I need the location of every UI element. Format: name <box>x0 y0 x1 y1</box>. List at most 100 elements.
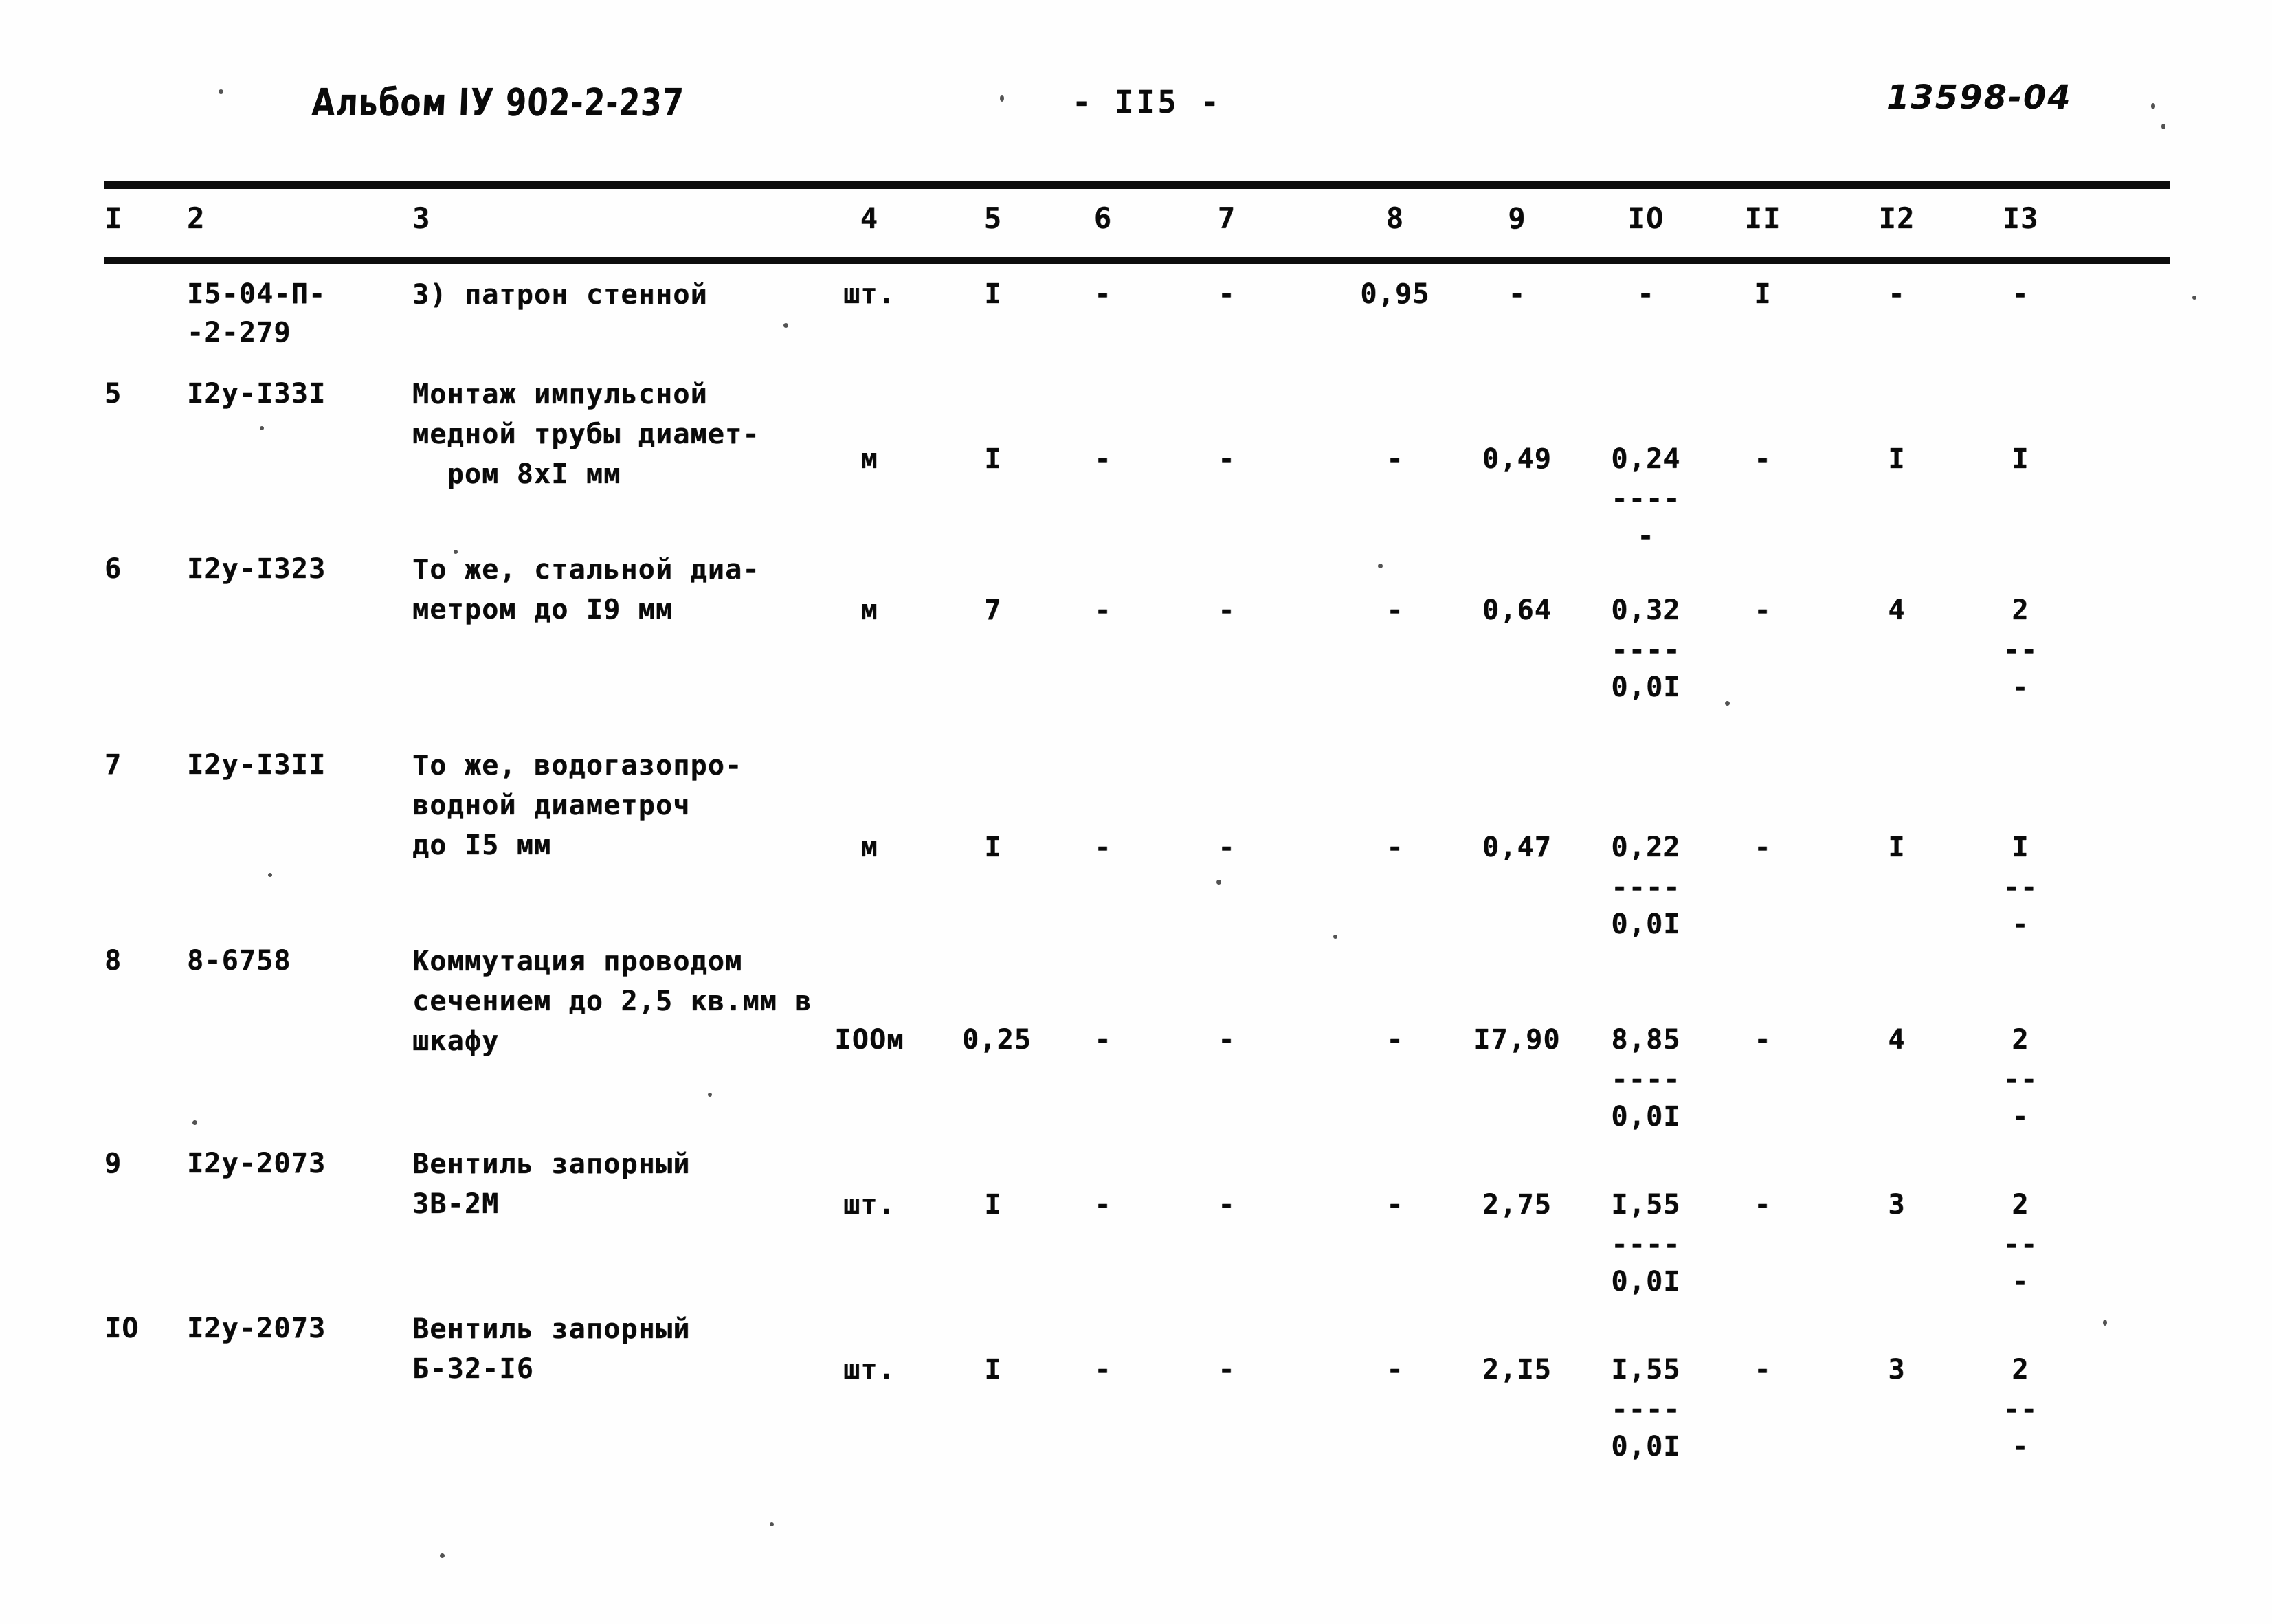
scan-speck <box>260 426 264 430</box>
scan-speck <box>219 89 223 94</box>
cell-c11: - <box>1754 1354 1772 1386</box>
cell-c10: ---- <box>1611 1229 1681 1260</box>
cell-c12: 4 <box>1888 1024 1906 1056</box>
cell-c8: - <box>1386 1189 1404 1221</box>
cell-c9: 0,49 <box>1482 443 1552 475</box>
cell-c9: - <box>1508 278 1526 310</box>
cell-c1: 9 <box>104 1148 122 1179</box>
cell-c11: I <box>1754 278 1772 310</box>
cell-c3: То же, водогазопро- водной диаметроч до … <box>412 750 743 861</box>
cell-c12: 4 <box>1888 594 1906 626</box>
scan-speck <box>454 550 458 554</box>
cell-c10: ---- <box>1611 871 1681 903</box>
cell-c13: 2 <box>2012 1354 2029 1386</box>
cell-c13: -- <box>2003 871 2038 903</box>
cell-c10: ---- <box>1611 634 1681 666</box>
scan-speck <box>770 1522 774 1526</box>
cell-c6: - <box>1094 594 1112 626</box>
page-number: - II5 - <box>1072 84 1222 120</box>
cell-c2: I2у-2073 <box>187 1148 326 1179</box>
cell-c4: м <box>860 832 878 863</box>
column-header-8: 8 <box>1385 201 1405 235</box>
cell-c3: 3) патрон стенной <box>412 279 708 311</box>
cell-c6: - <box>1094 832 1112 863</box>
cell-c13: - <box>2012 1266 2029 1298</box>
cell-c8: 0,95 <box>1360 278 1430 310</box>
column-header-2: 2 <box>187 201 205 235</box>
scan-speck <box>2192 296 2196 300</box>
scan-speck <box>440 1553 445 1558</box>
cell-c2: I5-04-П- -2-279 <box>187 278 326 348</box>
cell-c10: ---- <box>1611 1064 1681 1095</box>
cell-c3: Коммутация проводом сечением до 2,5 кв.м… <box>412 946 812 1057</box>
cell-c11: - <box>1754 1189 1772 1221</box>
cell-c1: 5 <box>104 378 122 410</box>
table-header-rule <box>104 257 2170 264</box>
cell-c10: 0,32 <box>1611 594 1681 626</box>
column-header-6: 6 <box>1093 201 1113 235</box>
cell-c9: I7,90 <box>1473 1024 1561 1056</box>
cell-c9: 0,64 <box>1482 594 1552 626</box>
cell-c13: -- <box>2003 1229 2038 1260</box>
cell-c6: - <box>1094 1189 1112 1221</box>
cell-c5: I <box>984 1189 1002 1221</box>
cell-c9: 0,47 <box>1482 832 1552 863</box>
cell-c10: 8,85 <box>1611 1024 1681 1056</box>
cell-c11: - <box>1754 594 1772 626</box>
cell-c4: шт. <box>843 278 895 310</box>
column-header-9: 9 <box>1508 201 1526 235</box>
cell-c4: м <box>860 443 878 475</box>
column-header-7: 7 <box>1217 201 1236 235</box>
scan-speck <box>708 1093 712 1097</box>
cell-c5: I <box>984 1354 1002 1386</box>
cell-c12: 3 <box>1888 1354 1906 1386</box>
cell-c3: Вентиль запорный 3В-2М <box>412 1148 691 1220</box>
cell-c2: I2у-I323 <box>187 553 326 585</box>
cell-c5: I <box>984 832 1002 863</box>
cell-c10: 0,0I <box>1611 1266 1681 1298</box>
cell-c4: шт. <box>843 1189 895 1221</box>
cell-c13: - <box>2012 671 2029 703</box>
cell-c13: - <box>2012 278 2029 310</box>
document-page: Альбом IУ 902-2-237 - II5 - 13598-04 I23… <box>0 0 2272 1624</box>
cell-c10: ---- <box>1611 483 1681 515</box>
scan-speck <box>1333 935 1337 939</box>
scan-speck <box>2103 1320 2107 1326</box>
cell-c13: 2 <box>2012 594 2029 626</box>
cell-c10: 0,0I <box>1611 671 1681 703</box>
scan-speck <box>1378 564 1383 568</box>
cell-c4: IООм <box>834 1024 904 1056</box>
cell-c10: 0,0I <box>1611 1101 1681 1133</box>
cell-c11: - <box>1754 1024 1772 1056</box>
cell-c7: - <box>1218 1354 1236 1386</box>
cell-c13: -- <box>2003 1394 2038 1425</box>
cell-c2: I2у-I33I <box>187 378 326 410</box>
cell-c12: I <box>1888 832 1906 863</box>
cell-c13: 2 <box>2012 1024 2029 1056</box>
cell-c12: - <box>1888 278 1906 310</box>
scan-speck <box>2161 124 2165 129</box>
cell-c1: 8 <box>104 945 122 977</box>
cell-c13: -- <box>2003 1064 2038 1095</box>
column-header-3: 3 <box>412 201 431 235</box>
column-header-11: II <box>1744 201 1781 235</box>
cell-c8: - <box>1386 1024 1404 1056</box>
cell-c2: 8-6758 <box>187 945 291 977</box>
cell-c10: 0,0I <box>1611 1431 1681 1462</box>
cell-c1: 6 <box>104 553 122 585</box>
scan-speck <box>783 323 788 328</box>
column-header-4: 4 <box>860 201 879 235</box>
cell-c8: - <box>1386 443 1404 475</box>
scan-speck <box>192 1120 197 1125</box>
cell-c13: 2 <box>2012 1189 2029 1221</box>
scan-speck <box>2151 103 2155 109</box>
cell-c13: - <box>2012 1431 2029 1462</box>
cell-c10: ---- <box>1611 1394 1681 1425</box>
cell-c13: I <box>2012 443 2029 475</box>
cell-c1: 7 <box>104 749 122 781</box>
document-code-handwritten: 13598-04 <box>1886 78 2072 117</box>
scan-speck <box>1216 880 1221 885</box>
cell-c13: - <box>2012 1101 2029 1133</box>
column-header-13: I3 <box>2002 201 2039 235</box>
cell-c13: -- <box>2003 634 2038 666</box>
